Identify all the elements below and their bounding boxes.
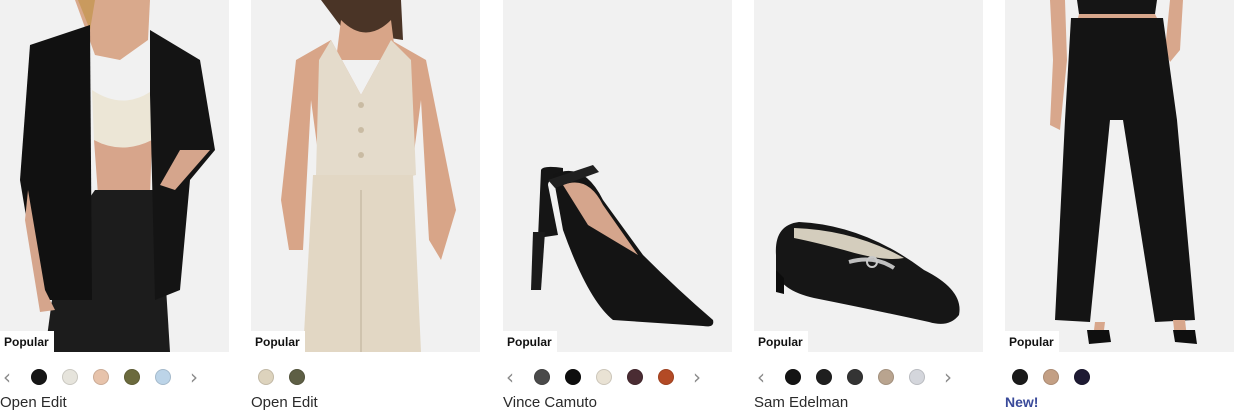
- color-swatch[interactable]: [531, 366, 553, 388]
- color-swatch[interactable]: [59, 366, 81, 388]
- color-swatch[interactable]: [1009, 366, 1031, 388]
- color-swatch[interactable]: [28, 366, 50, 388]
- popular-badge: Popular: [251, 331, 305, 352]
- color-swatch[interactable]: [562, 366, 584, 388]
- product-image[interactable]: Popular: [754, 0, 983, 352]
- color-swatch[interactable]: [121, 366, 143, 388]
- popular-badge: Popular: [754, 331, 808, 352]
- color-swatch[interactable]: [255, 366, 277, 388]
- color-swatch[interactable]: [906, 366, 928, 388]
- brand-name[interactable]: Open Edit: [0, 394, 67, 411]
- color-swatch[interactable]: [624, 366, 646, 388]
- color-swatch[interactable]: [90, 366, 112, 388]
- color-swatches: ‹ ›: [0, 362, 229, 392]
- color-swatch[interactable]: [844, 366, 866, 388]
- color-swatch[interactable]: [813, 366, 835, 388]
- color-swatch[interactable]: [782, 366, 804, 388]
- color-swatches: ‹ ›: [754, 362, 983, 392]
- product-image[interactable]: Popular: [1005, 0, 1234, 352]
- popular-badge: Popular: [1005, 331, 1059, 352]
- brand-name[interactable]: Sam Edelman: [754, 394, 848, 411]
- color-swatches: [1005, 362, 1234, 392]
- product-card[interactable]: Popular ‹ › Open Edit: [0, 0, 229, 413]
- product-card[interactable]: Popular ‹ › Vince Camuto: [503, 0, 732, 413]
- new-flag: New!: [1005, 394, 1039, 410]
- chevron-right-icon[interactable]: ›: [939, 362, 957, 392]
- color-swatch[interactable]: [875, 366, 897, 388]
- color-swatch[interactable]: [152, 366, 174, 388]
- product-card[interactable]: Popular Open Edit: [251, 0, 480, 413]
- color-swatch[interactable]: [655, 366, 677, 388]
- popular-badge: Popular: [503, 331, 557, 352]
- popular-badge: Popular: [0, 331, 54, 352]
- color-swatch[interactable]: [286, 366, 308, 388]
- chevron-left-icon[interactable]: ‹: [501, 362, 519, 392]
- chevron-left-icon[interactable]: ‹: [752, 362, 770, 392]
- color-swatches: ‹ ›: [503, 362, 732, 392]
- chevron-right-icon[interactable]: ›: [185, 362, 203, 392]
- product-image[interactable]: Popular: [503, 0, 732, 352]
- color-swatch[interactable]: [593, 366, 615, 388]
- chevron-right-icon[interactable]: ›: [688, 362, 706, 392]
- brand-name[interactable]: Vince Camuto: [503, 394, 597, 411]
- product-card[interactable]: Popular ‹ › Sam Edelman: [754, 0, 983, 413]
- product-card[interactable]: Popular New!: [1005, 0, 1234, 413]
- product-image[interactable]: Popular: [251, 0, 480, 352]
- color-swatch[interactable]: [1040, 366, 1062, 388]
- product-image[interactable]: Popular: [0, 0, 229, 352]
- color-swatch[interactable]: [1071, 366, 1093, 388]
- brand-name[interactable]: Open Edit: [251, 394, 318, 411]
- color-swatches: [251, 362, 480, 392]
- chevron-left-icon[interactable]: ‹: [0, 362, 16, 392]
